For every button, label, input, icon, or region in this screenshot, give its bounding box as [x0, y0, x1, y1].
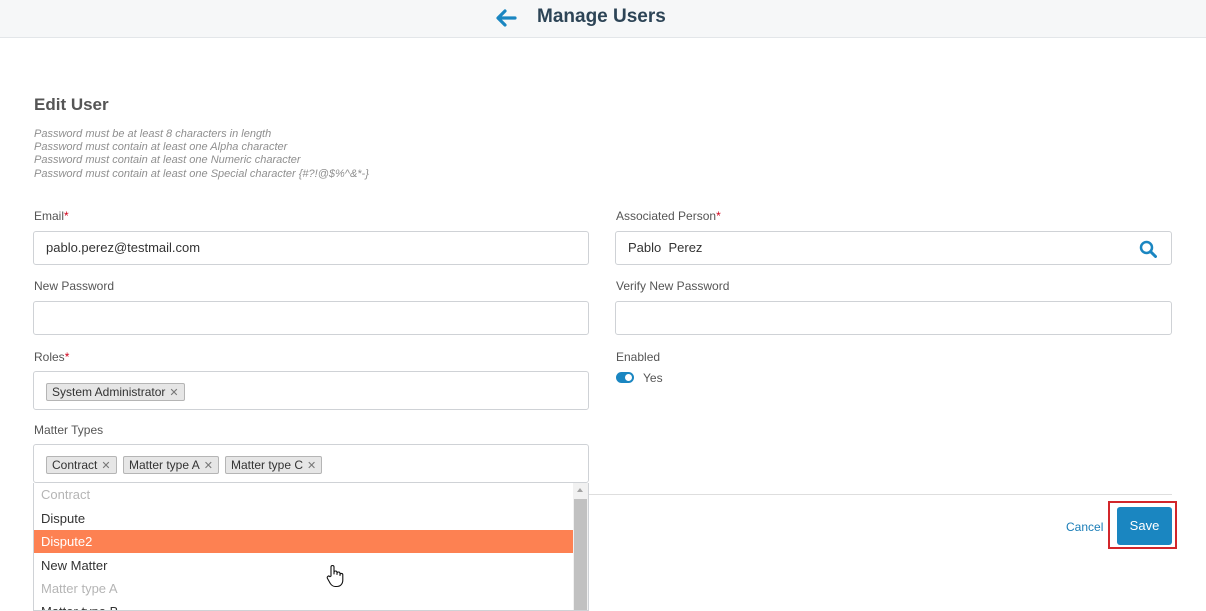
remove-tag-icon[interactable]: ✕ [101, 460, 110, 472]
matter-types-dropdown[interactable]: Contract Dispute Dispute2 New Matter Mat… [33, 483, 589, 611]
new-password-field[interactable] [33, 301, 589, 335]
dropdown-option: Contract [41, 487, 91, 502]
cancel-button[interactable]: Cancel [1066, 520, 1103, 534]
matter-type-tag: Contract ✕ [46, 456, 117, 474]
scroll-thumb[interactable] [574, 499, 587, 610]
dropdown-option[interactable]: Matter type B [34, 600, 573, 610]
associated-person-field[interactable]: Pablo Perez [615, 231, 1172, 265]
roles-label: Roles* [34, 350, 70, 364]
matter-type-tag: Matter type C ✕ [225, 456, 323, 474]
associated-person-label: Associated Person* [616, 209, 721, 223]
dropdown-option[interactable]: Dispute2 [34, 530, 573, 553]
email-field[interactable]: pablo.perez@testmail.com [33, 231, 589, 265]
matter-types-select[interactable]: Contract ✕ Matter type A ✕ Matter type C ✕ [33, 444, 589, 483]
hand-cursor-icon [326, 565, 344, 588]
remove-tag-icon[interactable]: ✕ [169, 387, 178, 399]
required-mark: * [64, 350, 70, 364]
roles-select[interactable]: System Administrator ✕ [33, 371, 589, 410]
top-bar: Manage Users [0, 0, 1206, 38]
required-mark: * [716, 209, 721, 223]
divider [589, 494, 1172, 495]
remove-tag-icon[interactable]: ✕ [204, 460, 213, 472]
dropdown-option[interactable]: New Matter [34, 554, 573, 577]
enabled-toggle[interactable] [616, 372, 634, 383]
password-rule: Password must contain at least one Numer… [34, 154, 301, 167]
email-label: Email* [34, 209, 69, 223]
dropdown-option[interactable]: Dispute [34, 507, 573, 530]
enabled-value: Yes [643, 371, 663, 385]
associated-person-value: Pablo Perez [628, 240, 703, 255]
verify-password-field[interactable] [615, 301, 1172, 335]
save-button[interactable]: Save [1117, 507, 1172, 545]
dropdown-scrollbar[interactable] [573, 483, 588, 610]
password-rule: Password must be at least 8 characters i… [34, 128, 272, 140]
dropdown-option: Matter type A [41, 581, 118, 596]
password-rules: Password must be at least 8 characters i… [34, 128, 369, 181]
scroll-up-icon[interactable] [577, 488, 583, 492]
form-title: Edit User [34, 95, 109, 114]
enabled-label: Enabled [616, 350, 661, 364]
remove-tag-icon[interactable]: ✕ [307, 460, 316, 472]
verify-password-label: Verify New Password [616, 279, 730, 293]
search-icon[interactable] [1139, 240, 1157, 258]
arrow-left-icon[interactable] [494, 7, 518, 29]
page-title: Manage Users [537, 6, 666, 27]
matter-type-tag: Matter type A ✕ [123, 456, 219, 474]
required-mark: * [64, 209, 69, 223]
new-password-label: New Password [34, 279, 115, 293]
password-rule: Password must contain at least one Speci… [34, 167, 369, 180]
password-rule: Password must contain at least one Alpha… [34, 141, 288, 154]
role-tag: System Administrator ✕ [46, 383, 185, 401]
matter-types-label: Matter Types [34, 423, 104, 437]
